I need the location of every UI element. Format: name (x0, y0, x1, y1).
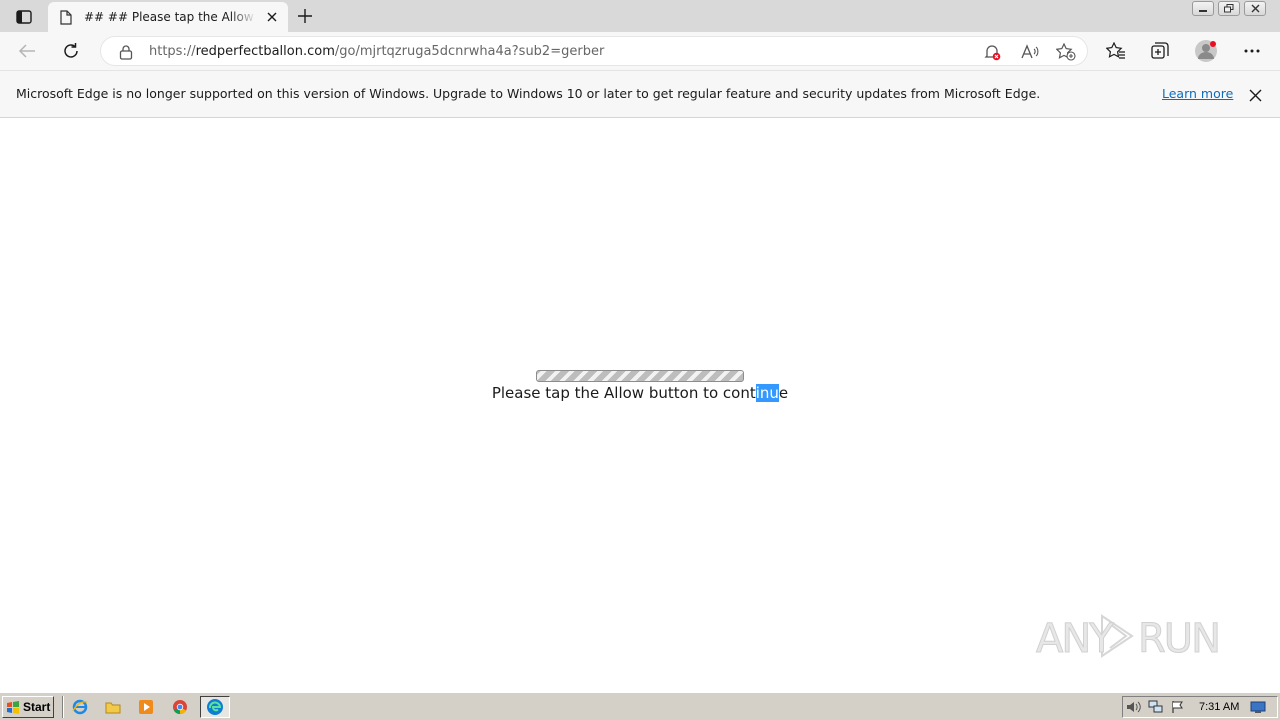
desktop-icon (1250, 701, 1266, 713)
folder-icon (105, 702, 121, 714)
media-player-icon (139, 700, 153, 714)
minimize-button[interactable] (1192, 1, 1214, 16)
tray-network[interactable] (1145, 698, 1167, 716)
profile-button[interactable] (1193, 39, 1219, 63)
close-window-icon (1251, 4, 1259, 13)
infobar-close-button[interactable] (1246, 86, 1264, 104)
restore-button[interactable] (1218, 1, 1240, 16)
tab-actions-icon (16, 10, 32, 24)
url-scheme: https:// (149, 44, 196, 59)
collections-button[interactable] (1147, 39, 1173, 63)
collections-icon (1151, 42, 1169, 59)
favorites-icon (1106, 42, 1125, 59)
add-favorite-button[interactable] (1055, 42, 1077, 62)
flag-icon (1172, 701, 1183, 713)
read-aloud-button[interactable] (1019, 42, 1041, 62)
bell-blocked-icon (984, 45, 1001, 61)
start-label: Start (23, 700, 51, 714)
tab-actions-button[interactable] (10, 6, 38, 28)
taskbar-clock: 7:31 AM (1199, 701, 1240, 713)
page-content: Please tap the Allow button to continue … (0, 118, 1280, 692)
close-icon (267, 12, 277, 22)
infobar-message: Microsoft Edge is no longer supported on… (16, 86, 1041, 101)
address-url[interactable]: https://redperfectballon.com/go/mjrtqzru… (149, 44, 604, 59)
loading-progress-bar (536, 370, 744, 382)
tray-action-center[interactable] (1167, 698, 1189, 716)
show-desktop-button[interactable] (1247, 698, 1269, 716)
back-arrow-icon (18, 44, 35, 58)
start-button[interactable]: Start (2, 696, 54, 718)
more-icon (1244, 49, 1260, 53)
plus-icon (298, 9, 312, 23)
taskbar-chrome[interactable] (170, 698, 190, 716)
refresh-button[interactable] (58, 39, 84, 63)
restore-icon (1224, 4, 1234, 13)
address-bar[interactable]: https://redperfectballon.com/go/mjrtqzru… (100, 36, 1088, 66)
windows-logo-icon (7, 700, 19, 714)
favorites-button[interactable] (1103, 39, 1129, 63)
tab-strip: ## ## Please tap the Allow button to con… (0, 0, 1280, 32)
refresh-icon (64, 43, 78, 58)
edge-icon (207, 699, 223, 715)
read-aloud-icon (1021, 44, 1039, 59)
taskbar-explorer[interactable] (103, 698, 123, 716)
prompt-text-before: Please tap the Allow button to cont (491, 384, 756, 402)
taskbar-media-player[interactable] (136, 698, 156, 716)
browser-toolbar: https://redperfectballon.com/go/mjrtqzru… (0, 32, 1280, 70)
tab-close-button[interactable] (264, 9, 280, 25)
unsupported-os-infobar: Microsoft Edge is no longer supported on… (0, 70, 1280, 118)
watermark-text-right: RUN (1138, 616, 1222, 663)
close-window-button[interactable] (1244, 1, 1266, 16)
learn-more-link[interactable]: Learn more (1162, 86, 1233, 101)
more-button[interactable] (1239, 39, 1265, 63)
volume-icon (1127, 701, 1141, 713)
back-button[interactable] (14, 39, 40, 63)
tray-volume[interactable] (1123, 698, 1145, 716)
windows-taskbar: Start 7:31 AM (0, 692, 1280, 720)
tab-title: ## ## Please tap the Allow button to con… (84, 10, 256, 24)
allow-prompt-text: Please tap the Allow button to continue (0, 384, 1280, 402)
anyrun-watermark: ANY RUN (1036, 606, 1236, 666)
chrome-icon (173, 700, 187, 715)
url-host: redperfectballon.com (195, 44, 335, 59)
taskbar-separator (62, 696, 64, 718)
window-controls (1192, 1, 1266, 17)
taskbar-edge[interactable] (200, 696, 230, 718)
lock-icon[interactable] (119, 44, 133, 60)
prompt-text-after: e (778, 384, 789, 402)
active-tab[interactable]: ## ## Please tap the Allow button to con… (48, 2, 288, 32)
prompt-text-selected: inu (755, 384, 779, 402)
system-tray: 7:31 AM (1122, 696, 1278, 718)
new-tab-button[interactable] (294, 5, 316, 27)
profile-icon (1195, 40, 1217, 62)
watermark-text-left: ANY (1036, 616, 1115, 663)
progress-fill (537, 371, 743, 381)
internet-explorer-icon (72, 699, 88, 715)
close-icon (1249, 89, 1261, 101)
url-path: /go/mjrtqzruga5dcnrwha4a?sub2=gerber (334, 44, 605, 59)
star-plus-icon (1056, 43, 1076, 61)
taskbar-ie[interactable] (70, 698, 90, 716)
page-icon (60, 9, 74, 25)
network-icon (1148, 700, 1163, 713)
minimize-icon (1199, 9, 1207, 12)
notifications-blocked-button[interactable] (981, 42, 1003, 62)
